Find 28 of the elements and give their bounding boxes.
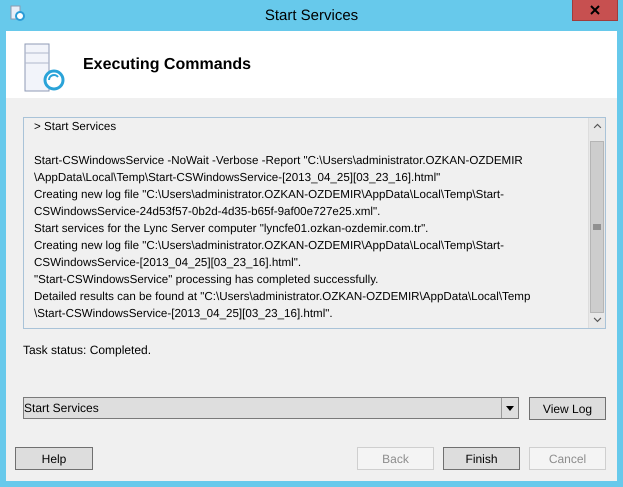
log-heading: > Start Services [34,119,116,135]
log-line: "Start-CSWindowsService" processing has completed successfully. [34,272,378,288]
page-heading: Executing Commands [83,56,252,74]
log-line: \Start-CSWindowsService-[2013_04_25][03_23_16].html". [34,306,333,322]
task-status-text: Task status: Completed. [23,343,152,359]
close-icon [590,5,600,15]
log-line: CSWindowsService-24d53f57-0b2d-4d35-b65f-9af00e727e25.xml". [34,204,380,220]
log-line: \AppData\Local\Temp\Start-CSWindowsService-[2013_04_25][03_23_16].html" [34,170,440,186]
log-line: Creating new log file "C:\Users\administrator.OZKAN-OZDEMIR\AppData\Local\Temp\Start- [34,187,504,203]
log-line: Start services for the Lync Server computer "lyncfe01.ozkan-ozdemir.com.tr". [34,221,428,237]
window-title: Start Services [264,7,358,24]
app-icon [9,4,25,20]
view-log-button[interactable]: View Log [529,397,606,420]
dropdown-arrow-icon [506,406,514,410]
grip-icon [593,224,601,230]
close-button[interactable] [572,0,618,21]
dialog-button[interactable]: Help [15,447,93,470]
log-line: Detailed results can be found at "C:\Users\administrator.OZKAN-OZDEMIR\AppData\Local\Temp [34,289,530,305]
task-dropdown[interactable]: Start Services [23,397,519,419]
log-line: Creating new log file "C:\Users\administrator.OZKAN-OZDEMIR\AppData\Local\Temp\Start- [34,238,504,254]
log-text-area[interactable] [23,117,606,329]
dialog-button[interactable]: Finish [443,447,520,470]
scroll-down-icon [592,317,602,324]
scroll-up-icon [592,123,602,129]
log-line: Start-CSWindowsService -NoWait -Verbose -Report "C:\Users\administrator.OZKAN-OZDEMIR [34,153,523,169]
log-line: CSWindowsService-[2013_04_25][03_23_16].html". [34,255,302,271]
server-icon [23,42,65,92]
vertical-scrollbar[interactable] [588,118,605,328]
